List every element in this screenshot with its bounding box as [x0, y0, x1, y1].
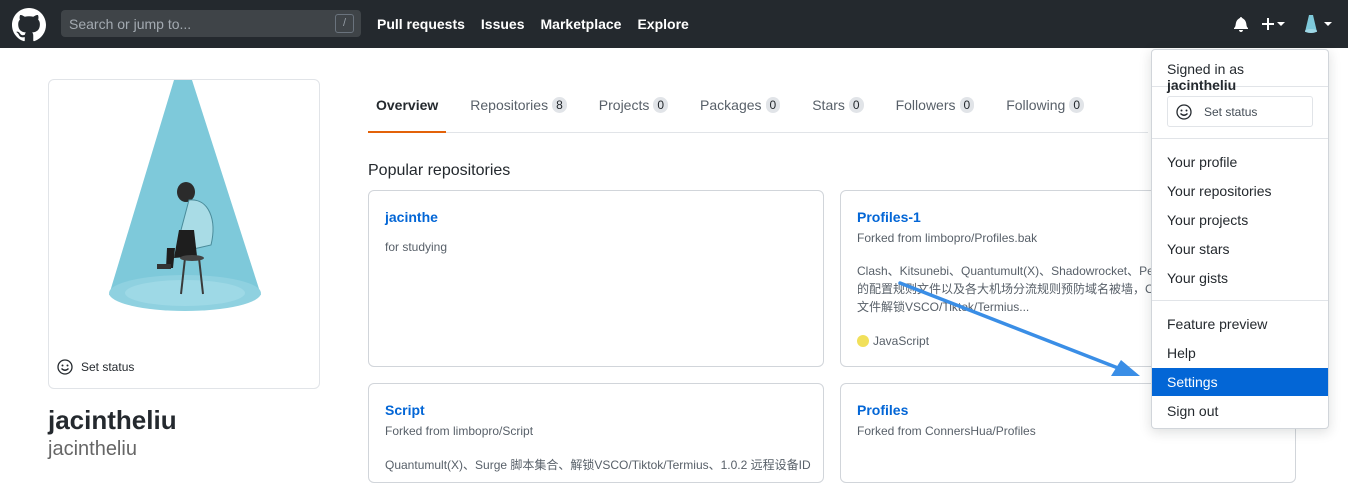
tab-label: Overview — [376, 97, 439, 113]
profile-username: jacintheliu — [48, 438, 137, 460]
menu-your-profile[interactable]: Your profile — [1152, 148, 1328, 176]
menu-your-gists[interactable]: Your gists — [1152, 264, 1328, 292]
tab-counter: 0 — [653, 97, 669, 113]
divider — [1152, 138, 1328, 139]
signed-in-prefix: Signed in as — [1167, 61, 1245, 77]
menu-help[interactable]: Help — [1152, 339, 1328, 367]
create-new-button[interactable] — [1262, 18, 1285, 30]
chevron-down-icon — [1277, 22, 1285, 26]
tab-counter: 0 — [959, 97, 975, 113]
avatar-illustration — [109, 80, 261, 311]
popular-repositories-heading: Popular repositories — [368, 162, 511, 179]
set-status-label: Set status — [81, 360, 135, 374]
bell-icon — [1234, 16, 1248, 32]
profile-tabs: Overview Repositories 8 Projects 0 Packa… — [368, 86, 1148, 133]
tab-counter: 0 — [765, 97, 781, 113]
notifications-button[interactable] — [1234, 16, 1248, 32]
tab-label: Stars — [812, 97, 845, 113]
dropdown-set-status-button[interactable]: Set status — [1167, 96, 1313, 127]
header-actions — [1234, 14, 1332, 34]
user-dropdown-menu: Signed in as jacintheliu Set status Your… — [1151, 49, 1329, 429]
search-input[interactable] — [61, 10, 331, 37]
top-nav: Pull requests Issues Marketplace Explore — [377, 15, 689, 33]
nav-pull-requests[interactable]: Pull requests — [377, 15, 465, 33]
github-logo-icon[interactable] — [12, 8, 46, 42]
menu-your-stars[interactable]: Your stars — [1152, 235, 1328, 263]
signed-in-user: jacintheliu — [1167, 77, 1237, 93]
nav-marketplace[interactable]: Marketplace — [541, 15, 622, 33]
language-label: JavaScript — [873, 334, 930, 348]
tab-repositories[interactable]: Repositories 8 — [462, 86, 575, 133]
avatar — [1301, 14, 1321, 34]
repo-fork-source: Forked from limbopro/Profiles.bak — [857, 231, 1038, 245]
set-status-button[interactable]: Set status — [57, 354, 134, 380]
language-color-dot — [857, 335, 869, 347]
dropdown-set-status-label: Set status — [1204, 104, 1258, 119]
top-header: / Pull requests Issues Marketplace Explo… — [0, 0, 1348, 48]
tab-packages[interactable]: Packages 0 — [692, 86, 788, 133]
search-shortcut-hint: / — [335, 14, 354, 33]
tab-label: Projects — [598, 97, 650, 113]
smiley-icon — [1176, 103, 1192, 120]
tab-label: Followers — [895, 97, 956, 113]
repo-description: for studying — [385, 240, 448, 254]
tab-overview[interactable]: Overview — [368, 86, 447, 133]
menu-your-projects[interactable]: Your projects — [1152, 206, 1328, 234]
repo-language: JavaScript — [857, 334, 929, 348]
repo-card: jacinthe for studying — [368, 190, 824, 367]
tab-label: Following — [1006, 97, 1066, 113]
repo-fork-source: Forked from ConnersHua/Profiles — [857, 424, 1036, 438]
tab-stars[interactable]: Stars 0 — [804, 86, 871, 133]
nav-explore[interactable]: Explore — [637, 15, 688, 33]
tab-projects[interactable]: Projects 0 — [591, 86, 676, 133]
menu-your-repositories[interactable]: Your repositories — [1152, 177, 1328, 205]
tab-counter: 0 — [1069, 97, 1085, 113]
repo-name-link[interactable]: Profiles-1 — [857, 209, 921, 225]
search-box: / — [61, 10, 361, 37]
repo-description: Quantumult(X)、Surge 脚本集合、解锁VSCO/Tiktok/T… — [385, 458, 811, 472]
repo-name-link[interactable]: Profiles — [857, 402, 908, 418]
signed-in-as: Signed in as jacintheliu — [1152, 50, 1328, 93]
tab-counter: 8 — [552, 97, 567, 113]
plus-icon — [1262, 18, 1274, 30]
chevron-down-icon — [1324, 22, 1332, 26]
profile-fullname: jacintheliu — [48, 405, 177, 435]
tab-following[interactable]: Following 0 — [998, 86, 1092, 133]
tab-followers[interactable]: Followers 0 — [888, 86, 983, 133]
repo-name-link[interactable]: jacinthe — [385, 209, 438, 225]
divider — [1152, 300, 1328, 301]
smiley-icon — [57, 359, 73, 375]
tab-counter: 0 — [848, 97, 864, 113]
menu-feature-preview[interactable]: Feature preview — [1152, 310, 1328, 338]
menu-sign-out[interactable]: Sign out — [1152, 397, 1328, 425]
menu-settings[interactable]: Settings — [1152, 368, 1328, 396]
profile-avatar[interactable]: Set status — [48, 79, 320, 389]
repo-fork-source: Forked from limbopro/Script — [385, 424, 534, 438]
tab-label: Packages — [700, 97, 762, 113]
repo-name-link[interactable]: Script — [385, 402, 425, 418]
repo-card: Script Forked from limbopro/Script Quant… — [368, 383, 824, 483]
tab-label: Repositories — [470, 97, 549, 113]
nav-issues[interactable]: Issues — [481, 15, 525, 33]
user-menu-button[interactable] — [1301, 14, 1332, 34]
